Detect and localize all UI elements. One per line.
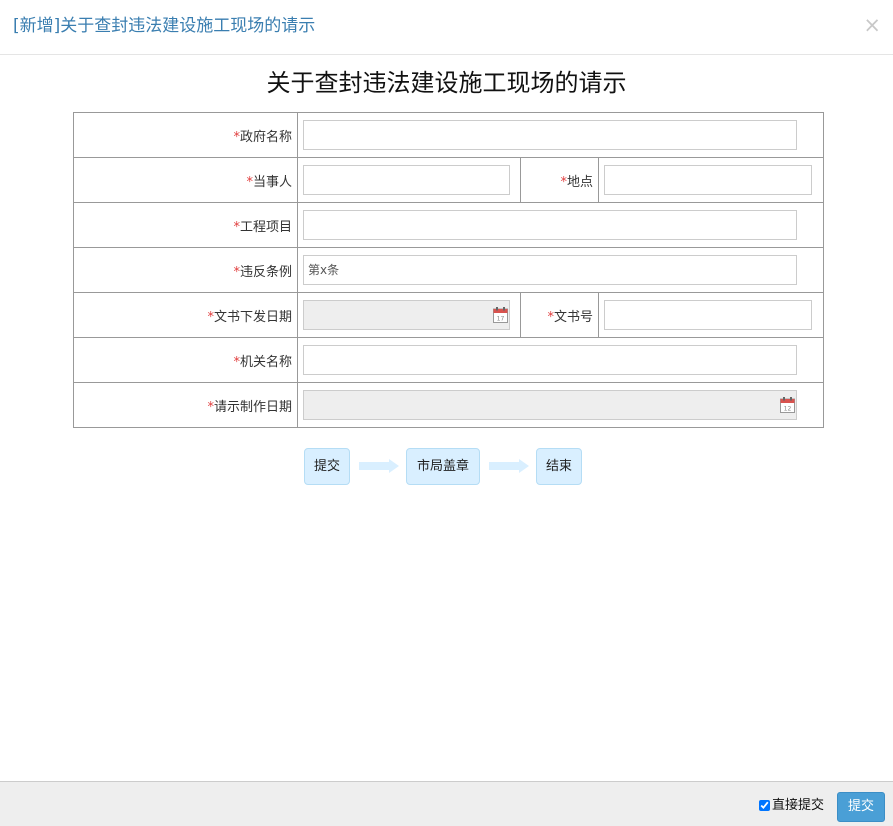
government-name-input[interactable]	[303, 120, 797, 150]
arrow-right-icon	[489, 459, 529, 473]
form-row-article: *违反条例	[73, 247, 825, 293]
workflow-step-submit[interactable]: 提交	[304, 448, 350, 485]
issue-date-picker[interactable]: 17	[303, 300, 510, 330]
form-row-party-location: *当事人 *地点	[73, 157, 825, 203]
issue-date-input[interactable]	[304, 301, 509, 329]
request-date-picker[interactable]: 12	[303, 390, 797, 420]
submit-button[interactable]: 提交	[837, 792, 885, 822]
issue-date-label: *文书下发日期	[73, 292, 298, 338]
project-input[interactable]	[303, 210, 797, 240]
close-icon[interactable]: ×	[863, 14, 881, 36]
party-label-text: 当事人	[252, 174, 292, 190]
form-row-government: *政府名称	[73, 112, 825, 158]
location-input[interactable]	[604, 165, 812, 195]
request-date-input[interactable]	[304, 391, 796, 419]
form-row-issue-date-docno: *文书下发日期 17 *文书号	[73, 292, 825, 338]
form-row-request-date: *请示制作日期 12	[73, 382, 825, 428]
workflow-step-end[interactable]: 结束	[536, 448, 582, 485]
agency-name-label-text: 机关名称	[239, 354, 292, 370]
request-form-table: *政府名称 *当事人 *地点 *工程项目 *违反条例 *文书下发日期	[73, 112, 825, 428]
calendar-icon[interactable]: 17	[493, 307, 508, 323]
request-date-label-text: 请示制作日期	[213, 399, 292, 415]
violated-article-cell	[296, 247, 825, 293]
document-title: 关于查封违法建设施工现场的请示	[266, 69, 627, 97]
dialog-title: [新增]关于查封违法建设施工现场的请示	[13, 16, 316, 36]
government-name-cell	[296, 112, 825, 158]
form-row-project: *工程项目	[73, 202, 825, 248]
svg-text:17: 17	[497, 316, 505, 323]
dialog-footer: 直接提交 提交	[0, 781, 893, 826]
location-cell	[597, 157, 825, 203]
direct-submit-checkbox[interactable]	[759, 800, 770, 811]
doc-number-cell	[597, 292, 825, 338]
svg-text:12: 12	[784, 406, 792, 413]
arrow-right-icon	[359, 459, 399, 473]
request-date-cell: 12	[296, 382, 825, 428]
agency-name-input[interactable]	[303, 345, 797, 375]
violated-article-label: *违反条例	[73, 247, 298, 293]
government-name-label: *政府名称	[73, 112, 298, 158]
violated-article-label-text: 违反条例	[239, 264, 292, 280]
violated-article-input[interactable]	[303, 255, 797, 285]
project-cell	[296, 202, 825, 248]
project-label: *工程项目	[73, 202, 298, 248]
project-label-text: 工程项目	[239, 219, 292, 235]
doc-number-label-text: 文书号	[553, 309, 593, 325]
workflow-step-seal[interactable]: 市局盖章	[406, 448, 480, 485]
party-label: *当事人	[73, 157, 298, 203]
government-name-label-text: 政府名称	[239, 129, 292, 145]
issue-date-label-text: 文书下发日期	[213, 309, 292, 325]
calendar-icon[interactable]: 12	[780, 397, 795, 413]
party-input[interactable]	[303, 165, 510, 195]
doc-number-label: *文书号	[520, 292, 599, 338]
form-row-agency: *机关名称	[73, 337, 825, 383]
direct-submit-label[interactable]: 直接提交	[772, 798, 824, 814]
dialog-header: [新增]关于查封违法建设施工现场的请示 ×	[0, 0, 893, 55]
agency-name-cell	[296, 337, 825, 383]
request-date-label: *请示制作日期	[73, 382, 298, 428]
location-label: *地点	[520, 157, 599, 203]
party-cell	[297, 157, 521, 203]
doc-number-input[interactable]	[604, 300, 812, 330]
issue-date-cell: 17	[297, 292, 521, 338]
location-label-text: 地点	[566, 174, 593, 190]
agency-name-label: *机关名称	[73, 337, 298, 383]
